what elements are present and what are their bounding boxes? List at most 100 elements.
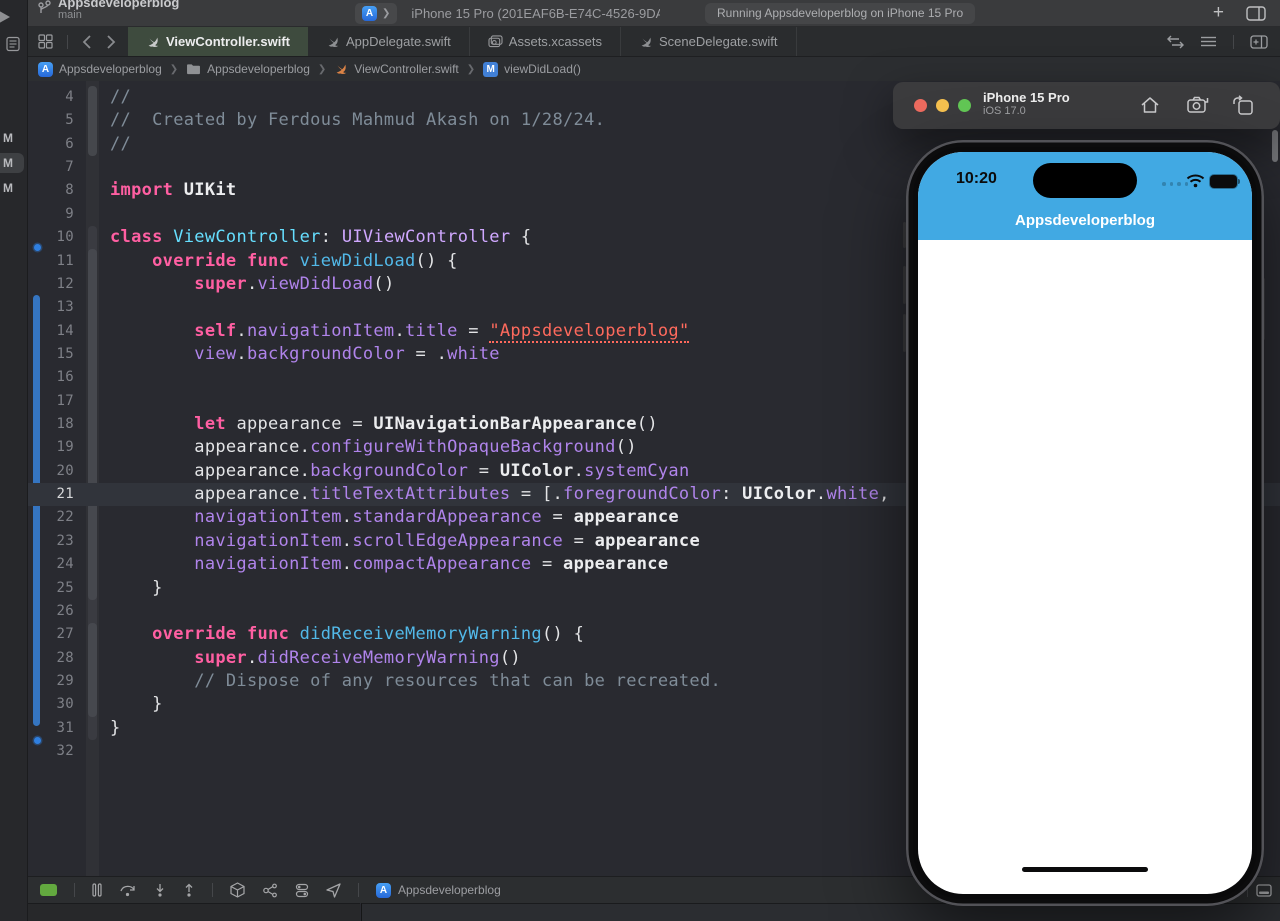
- minimize-button[interactable]: [936, 99, 949, 112]
- tab-appdelegate-swift[interactable]: AppDelegate.swift: [308, 27, 470, 56]
- code-text: super.viewDidLoad(): [194, 273, 395, 294]
- code-text: navigationItem.standardAppearance = appe…: [194, 507, 679, 528]
- breadcrumb-item[interactable]: A Appsdeveloperblog: [38, 61, 162, 77]
- grid-icon[interactable]: [38, 34, 53, 49]
- step-out-icon[interactable]: [183, 883, 195, 897]
- line-number[interactable]: 32: [28, 740, 84, 763]
- line-number[interactable]: 30: [28, 693, 84, 716]
- divider: [358, 883, 359, 897]
- folder-icon: [187, 64, 201, 75]
- tab-assets-xcassets[interactable]: Assets.xcassets: [470, 27, 621, 56]
- line-number[interactable]: 20: [28, 460, 84, 483]
- line-number[interactable]: 18: [28, 413, 84, 436]
- line-number[interactable]: 8: [28, 179, 84, 202]
- swift-icon: [328, 37, 339, 47]
- file-status-badge[interactable]: M: [0, 153, 24, 173]
- line-number[interactable]: 19: [28, 436, 84, 459]
- line-number[interactable]: 14: [28, 320, 84, 343]
- line-number[interactable]: 4: [28, 86, 84, 109]
- environment-overrides-icon[interactable]: [295, 883, 309, 898]
- line-number[interactable]: 16: [28, 366, 84, 389]
- swift-icon: [641, 37, 652, 47]
- line-number[interactable]: 26: [28, 600, 84, 623]
- line-number[interactable]: 5: [28, 109, 84, 132]
- file-status-badge[interactable]: M: [0, 128, 24, 148]
- step-over-icon[interactable]: [119, 883, 137, 897]
- view-hierarchy-icon[interactable]: [230, 882, 245, 898]
- line-number[interactable]: 22: [28, 506, 84, 529]
- add-tab-button[interactable]: +: [1213, 3, 1224, 22]
- line-number[interactable]: 12: [28, 273, 84, 296]
- tab-label: AppDelegate.swift: [346, 34, 451, 49]
- simulate-location-icon[interactable]: [326, 882, 341, 898]
- back-chevron-icon[interactable]: [82, 34, 92, 49]
- line-number[interactable]: 21: [28, 483, 84, 506]
- tab-label: SceneDelegate.swift: [659, 34, 778, 49]
- divider: [212, 883, 213, 897]
- line-number[interactable]: 15: [28, 343, 84, 366]
- variables-view[interactable]: [28, 903, 360, 921]
- debug-area-toggle[interactable]: [40, 884, 57, 896]
- swap-arrows-icon[interactable]: [1167, 35, 1184, 49]
- home-indicator[interactable]: [1022, 867, 1148, 872]
- line-number[interactable]: 11: [28, 250, 84, 273]
- editor-options-icon[interactable]: [1200, 35, 1217, 48]
- chevron-right-icon: ❯: [382, 8, 391, 19]
- line-number[interactable]: 13: [28, 296, 84, 319]
- breadcrumb-item[interactable]: Appsdeveloperblog: [186, 62, 310, 76]
- simulator-device-name: iPhone 15 Pro: [983, 90, 1070, 105]
- line-number[interactable]: 28: [28, 647, 84, 670]
- source-control-summary[interactable]: Appsdeveloperblog main: [36, 0, 179, 21]
- line-number[interactable]: 25: [28, 577, 84, 600]
- scrollbar-thumb[interactable]: [1272, 130, 1278, 162]
- toggle-inspector-icon[interactable]: [1246, 5, 1266, 21]
- rotate-icon[interactable]: [1232, 94, 1255, 116]
- line-number[interactable]: 27: [28, 623, 84, 646]
- status-time: 10:20: [956, 170, 997, 187]
- breadcrumb-item[interactable]: MviewDidLoad(): [483, 61, 581, 77]
- code-text: // Created by Ferdous Mahmud Akash on 1/…: [110, 110, 606, 131]
- line-number[interactable]: 6: [28, 133, 84, 156]
- forward-chevron-icon[interactable]: [106, 34, 116, 49]
- app-icon: A: [38, 61, 53, 77]
- tab-label: ViewController.swift: [166, 34, 291, 49]
- divider: [67, 34, 68, 49]
- home-button-icon[interactable]: [1139, 94, 1161, 116]
- list-icon[interactable]: [5, 36, 21, 52]
- line-number[interactable]: 7: [28, 156, 84, 179]
- step-into-icon[interactable]: [154, 883, 166, 897]
- scheme-pill[interactable]: A ❯: [355, 3, 398, 24]
- simulator-titlebar[interactable]: [893, 82, 1280, 129]
- code-text: // Dispose of any resources that can be …: [194, 670, 722, 691]
- breadcrumb-item[interactable]: ViewController.swift: [334, 62, 459, 76]
- line-number[interactable]: 23: [28, 530, 84, 553]
- code-text: let appearance = UINavigationBarAppearan…: [194, 414, 658, 435]
- tab-list: ViewController.swift AppDelegate.swift Ass…: [128, 27, 797, 56]
- pause-icon[interactable]: [92, 883, 102, 897]
- play-triangle-icon[interactable]: [0, 8, 10, 26]
- line-number[interactable]: 24: [28, 553, 84, 576]
- scheme-selector[interactable]: A ❯ iPhone 15 Pro (201EAF6B-E74C-4526-9D…: [355, 3, 660, 24]
- line-number[interactable]: 10: [28, 226, 84, 249]
- iphone-screen[interactable]: 10:20 Appsdeveloperblog: [918, 152, 1252, 894]
- screenshot-camera-icon[interactable]: [1186, 94, 1210, 116]
- line-number[interactable]: 9: [28, 203, 84, 226]
- tab-scenedelegate-swift[interactable]: SceneDelegate.swift: [621, 27, 797, 56]
- zoom-button[interactable]: [958, 99, 971, 112]
- code-text: self.navigationItem.title = "Appsdevelop…: [194, 320, 690, 343]
- hide-console-icon[interactable]: [1256, 883, 1272, 897]
- add-editor-icon[interactable]: [1250, 34, 1268, 49]
- code-text: }: [110, 577, 163, 598]
- close-button[interactable]: [914, 99, 927, 112]
- file-status-badge[interactable]: M: [0, 178, 24, 198]
- line-number[interactable]: 29: [28, 670, 84, 693]
- code-text: import UIKit: [110, 180, 237, 201]
- project-title: Appsdeveloperblog: [58, 0, 180, 10]
- debug-process[interactable]: A Appsdeveloperblog: [376, 882, 501, 898]
- tab-viewcontroller-swift[interactable]: ViewController.swift: [128, 27, 309, 56]
- line-number[interactable]: 17: [28, 390, 84, 413]
- run-destination[interactable]: iPhone 15 Pro (201EAF6B-E74C-4526-9DA2-8…: [405, 6, 660, 21]
- line-number[interactable]: 31: [28, 717, 84, 740]
- memory-graph-icon[interactable]: [262, 883, 278, 898]
